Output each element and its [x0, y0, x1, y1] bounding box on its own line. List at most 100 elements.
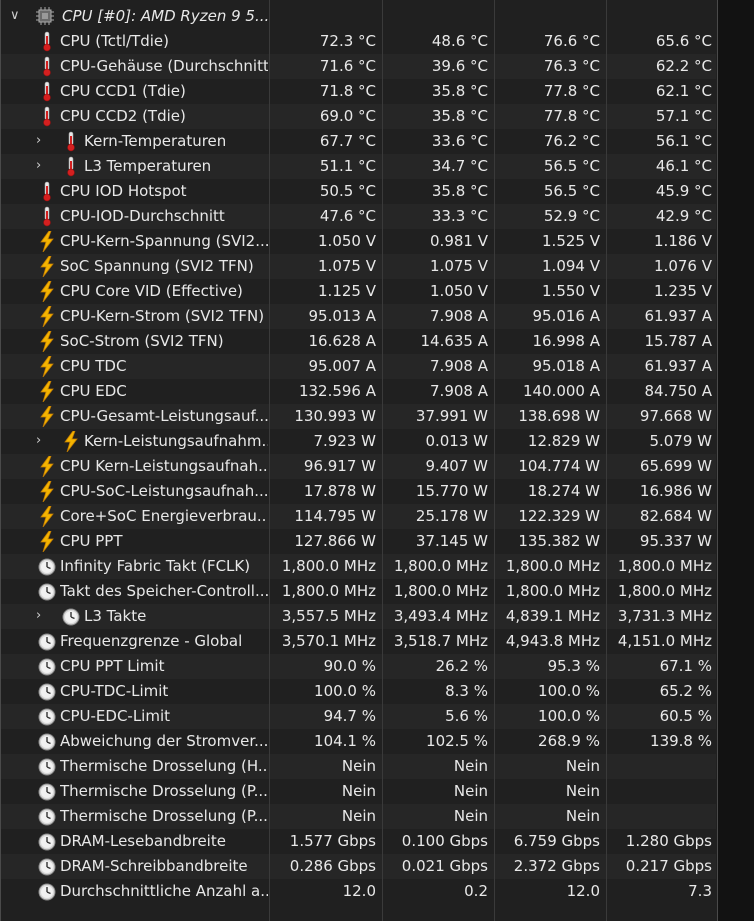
sensor-row[interactable]: › Kern-Temperaturen 67.7 °C 33.6 °C 76.2 °C 5…: [0, 129, 716, 154]
minimum-value: 102.5 %: [426, 732, 488, 750]
sensor-row[interactable]: Takt des Speicher-Controll... 1,800.0 MHz…: [0, 579, 716, 604]
sensor-row[interactable]: › L3 Temperaturen 51.1 °C 34.7 °C 56.5 °C 46.…: [0, 154, 716, 179]
sensor-row[interactable]: CPU-IOD-Durchschnitt 47.6 °C 33.3 °C 52.9 °…: [0, 204, 716, 229]
minimum-value: 0.2: [464, 882, 488, 900]
current-value: 12.0: [342, 882, 376, 900]
sensor-name: DRAM-Lesebandbreite: [60, 832, 226, 850]
sensor-row[interactable]: CPU-Kern-Spannung (SVI2... 1.050 V 0.981 V…: [0, 229, 716, 254]
sensor-name: CPU-Kern-Strom (SVI2 TFN): [60, 307, 265, 325]
sensor-row[interactable]: Thermische Drosselung (P... Nein Nein Nein: [0, 779, 716, 804]
maximum-value: 77.8 °C: [543, 107, 600, 125]
sensor-row[interactable]: CPU (Tctl/Tdie) 72.3 °C 48.6 °C 76.6 °C 65.6…: [0, 29, 716, 54]
lightning-icon: [37, 455, 57, 478]
minimum-value: Nein: [453, 782, 488, 800]
current-value: 1.075 V: [318, 257, 376, 275]
maximum-value: 100.0 %: [538, 707, 600, 725]
maximum-value: 2.372 Gbps: [513, 857, 600, 875]
minimum-value: 1,800.0 MHz: [393, 557, 488, 575]
expand-chevron-icon[interactable]: ›: [36, 608, 48, 624]
group-header-row[interactable]: ∨ CPU [#0]: AMD Ryzen 9 5...: [0, 4, 716, 29]
minimum-value: 1.050 V: [430, 282, 488, 300]
maximum-value: 1.525 V: [542, 232, 600, 250]
average-value: 84.750 A: [644, 382, 712, 400]
current-value: 3,570.1 MHz: [281, 632, 376, 650]
maximum-value: 76.3 °C: [543, 57, 600, 75]
average-value: 7.3: [688, 882, 712, 900]
average-value: 1,800.0 MHz: [617, 557, 712, 575]
clock-icon: [37, 581, 57, 602]
expand-chevron-icon[interactable]: ›: [36, 433, 48, 449]
sensor-name: CPU-Gehäuse (Durchschnitt): [60, 57, 268, 75]
sensor-row[interactable]: SoC-Strom (SVI2 TFN) 16.628 A 14.635 A 16.9…: [0, 329, 716, 354]
sensor-row[interactable]: Thermische Drosselung (P... Nein Nein Nein: [0, 804, 716, 829]
current-value: 72.3 °C: [319, 32, 376, 50]
sensor-row[interactable]: Infinity Fabric Takt (FCLK) 1,800.0 MHz 1,…: [0, 554, 716, 579]
maximum-value: 95.016 A: [532, 307, 600, 325]
sensor-row[interactable]: CPU Core VID (Effective) 1.125 V 1.050 V 1.…: [0, 279, 716, 304]
sensor-name: CPU-EDC-Limit: [60, 707, 171, 725]
sensor-row[interactable]: CPU EDC 132.596 A 7.908 A 140.000 A 84.750 A: [0, 379, 716, 404]
sensor-name: Kern-Leistungsaufnahm...: [84, 432, 268, 450]
current-value: 127.866 W: [294, 532, 376, 550]
average-value: 65.6 °C: [655, 32, 712, 50]
sensor-row[interactable]: Thermische Drosselung (H... Nein Nein Nein: [0, 754, 716, 779]
lightning-icon: [37, 505, 57, 528]
sensor-row[interactable]: Frequenzgrenze - Global 3,570.1 MHz 3,518.…: [0, 629, 716, 654]
sensor-row[interactable]: CPU-Gesamt-Leistungsauf... 130.993 W 37.99…: [0, 404, 716, 429]
sensor-row[interactable]: DRAM-Schreibbandbreite 0.286 Gbps 0.021 Gb…: [0, 854, 716, 879]
maximum-value: 52.9 °C: [543, 207, 600, 225]
current-value: 3,557.5 MHz: [281, 607, 376, 625]
minimum-value: 37.991 W: [415, 407, 488, 425]
sensor-row[interactable]: CPU IOD Hotspot 50.5 °C 35.8 °C 56.5 °C 45.9…: [0, 179, 716, 204]
sensor-row[interactable]: › L3 Takte 3,557.5 MHz 3,493.4 MHz 4,839.1 M…: [0, 604, 716, 629]
maximum-value: 122.329 W: [518, 507, 600, 525]
thermometer-icon: [37, 56, 57, 77]
scrollbar-gutter[interactable]: [718, 0, 754, 921]
collapse-chevron-icon[interactable]: ∨: [10, 8, 20, 23]
sensor-row[interactable]: CPU Kern-Leistungsaufnah... 96.917 W 9.407…: [0, 454, 716, 479]
sensor-row[interactable]: CPU TDC 95.007 A 7.908 A 95.018 A 61.937 A: [0, 354, 716, 379]
sensor-row[interactable]: Core+SoC Energieverbrau... 114.795 W 25.17…: [0, 504, 716, 529]
lightning-icon: [37, 230, 57, 253]
sensor-row[interactable]: Abweichung der Stromver... 104.1 % 102.5 %…: [0, 729, 716, 754]
sensor-name: CPU-Gesamt-Leistungsauf...: [60, 407, 268, 425]
sensor-row[interactable]: CPU-EDC-Limit 94.7 % 5.6 % 100.0 % 60.5 %: [0, 704, 716, 729]
minimum-value: 25.178 W: [415, 507, 488, 525]
sensor-row[interactable]: CPU PPT Limit 90.0 % 26.2 % 95.3 % 67.1 %: [0, 654, 716, 679]
current-value: 69.0 °C: [319, 107, 376, 125]
minimum-value: 0.013 W: [425, 432, 488, 450]
sensor-row[interactable]: CPU CCD2 (Tdie) 69.0 °C 35.8 °C 77.8 °C 57.1…: [0, 104, 716, 129]
cpu-chip-icon: [36, 7, 56, 28]
sensor-row[interactable]: CPU-Gehäuse (Durchschnitt) 71.6 °C 39.6 °C…: [0, 54, 716, 79]
sensor-name: Takt des Speicher-Controll...: [60, 582, 268, 600]
sensor-row[interactable]: SoC Spannung (SVI2 TFN) 1.075 V 1.075 V 1.0…: [0, 254, 716, 279]
average-value: 3,731.3 MHz: [617, 607, 712, 625]
maximum-value: 4,943.8 MHz: [505, 632, 600, 650]
expand-chevron-icon[interactable]: ›: [36, 133, 48, 149]
sensor-row[interactable]: CPU-SoC-Leistungsaufnah... 17.878 W 15.770…: [0, 479, 716, 504]
average-value: 42.9 °C: [655, 207, 712, 225]
sensor-row[interactable]: CPU-Kern-Strom (SVI2 TFN) 95.013 A 7.908 A…: [0, 304, 716, 329]
sensor-row[interactable]: CPU PPT 127.866 W 37.145 W 135.382 W 95.337 …: [0, 529, 716, 554]
minimum-value: 34.7 °C: [431, 157, 488, 175]
current-value: 0.286 Gbps: [289, 857, 376, 875]
minimum-value: 37.145 W: [415, 532, 488, 550]
thermometer-icon: [37, 181, 57, 202]
sensor-name: CPU CCD1 (Tdie): [60, 82, 186, 100]
sensor-row[interactable]: CPU CCD1 (Tdie) 71.8 °C 35.8 °C 77.8 °C 62.1…: [0, 79, 716, 104]
thermometer-icon: [61, 156, 81, 177]
sensor-row[interactable]: DRAM-Lesebandbreite 1.577 Gbps 0.100 Gbps 6…: [0, 829, 716, 854]
clock-icon: [37, 806, 57, 827]
sensor-name: CPU-TDC-Limit: [60, 682, 169, 700]
sensor-row[interactable]: Durchschnittliche Anzahl a... 12.0 0.2 12.0…: [0, 879, 716, 904]
maximum-value: 1,800.0 MHz: [505, 557, 600, 575]
current-value: 90.0 %: [323, 657, 376, 675]
clock-icon: [61, 606, 81, 627]
minimum-value: 5.6 %: [445, 707, 488, 725]
sensor-row[interactable]: › Kern-Leistungsaufnahm... 7.923 W 0.013 W 1…: [0, 429, 716, 454]
minimum-value: Nein: [453, 757, 488, 775]
minimum-value: 35.8 °C: [431, 107, 488, 125]
expand-chevron-icon[interactable]: ›: [36, 158, 48, 174]
average-value: 0.217 Gbps: [625, 857, 712, 875]
sensor-row[interactable]: CPU-TDC-Limit 100.0 % 8.3 % 100.0 % 65.2 %: [0, 679, 716, 704]
